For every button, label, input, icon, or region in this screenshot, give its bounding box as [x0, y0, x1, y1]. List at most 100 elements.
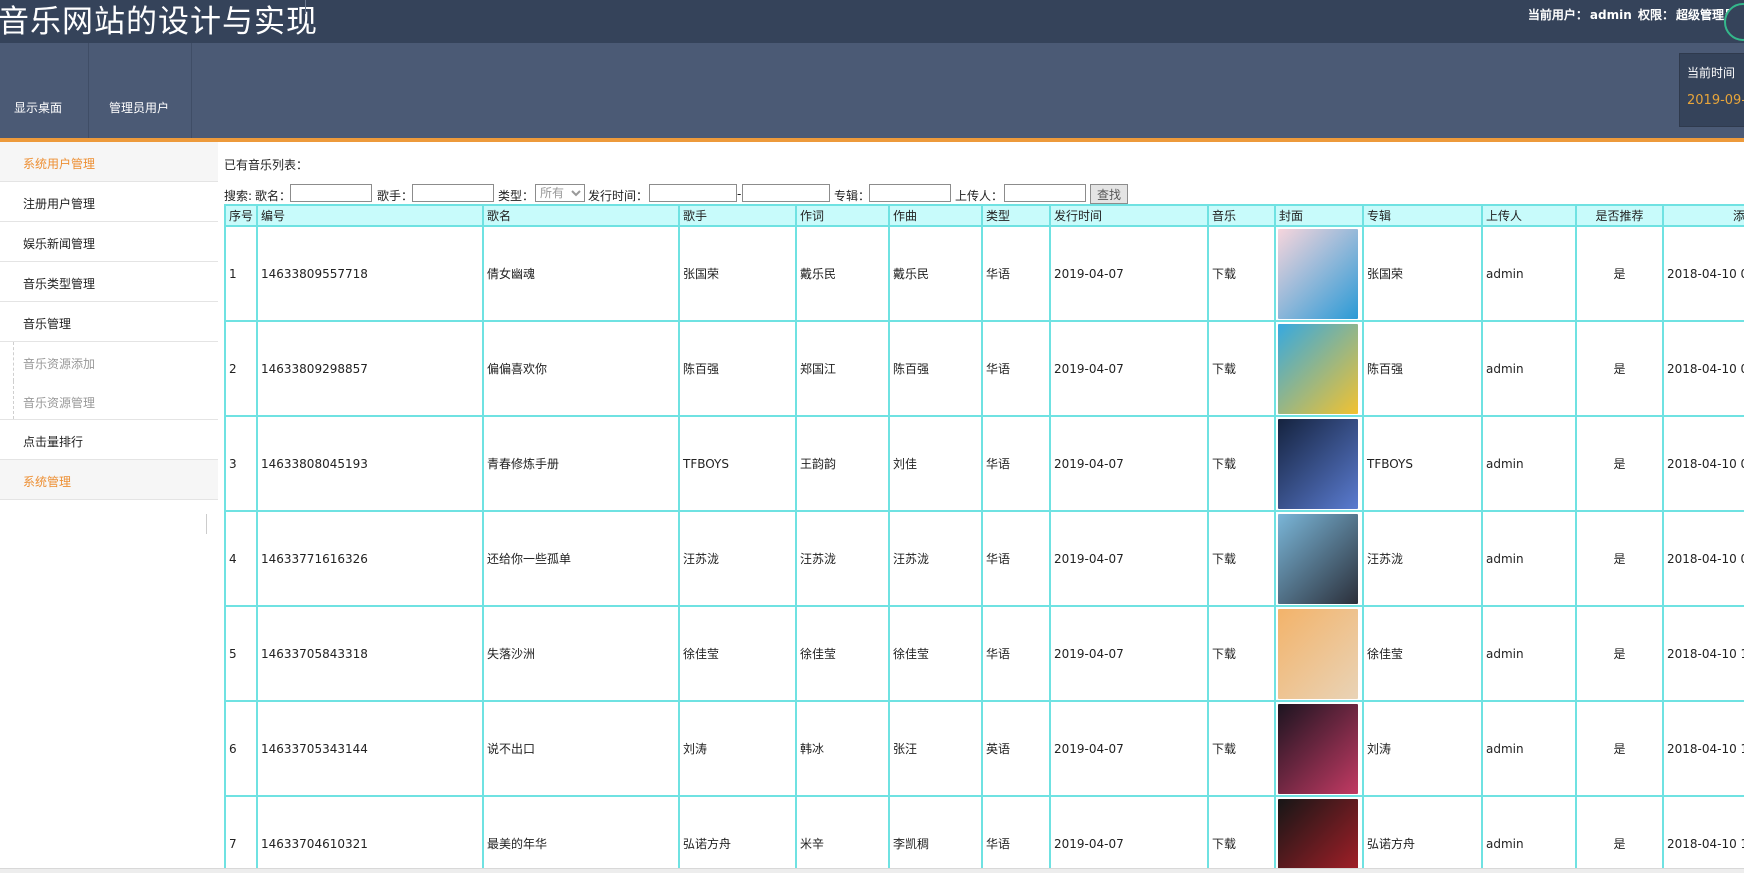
cell-release-date: 2019-04-07	[1050, 796, 1208, 868]
sidebar-item-music[interactable]: 音乐管理	[0, 302, 218, 342]
cell-song: 失落沙洲	[483, 606, 679, 701]
col-header-singer: 歌手	[679, 205, 796, 226]
cell-lyricist: 郑国江	[796, 321, 889, 416]
album-input[interactable]	[869, 184, 951, 202]
cell-singer: 张国荣	[679, 226, 796, 321]
sidebar-item-label: 系统管理	[23, 473, 71, 490]
sidebar-item-label: 音乐资源添加	[23, 355, 95, 372]
album-cover-image[interactable]	[1278, 229, 1358, 319]
release-date-label: 发行时间：	[588, 187, 648, 204]
cell-release-date: 2019-04-07	[1050, 511, 1208, 606]
singer-input[interactable]	[412, 184, 494, 202]
cell-album: TFBOYS	[1363, 416, 1482, 511]
song-name-input[interactable]	[290, 184, 372, 202]
sidebar-item-news[interactable]: 娱乐新闻管理	[0, 222, 218, 262]
cell-cover	[1275, 321, 1363, 416]
nav-show-desktop[interactable]: 显示桌面	[0, 43, 89, 138]
sidebar-item-label: 娱乐新闻管理	[23, 235, 95, 252]
col-header-release-date: 发行时间	[1050, 205, 1208, 226]
cell-release-date: 2019-04-07	[1050, 416, 1208, 511]
cell-cover	[1275, 511, 1363, 606]
sidebar-item-label: 音乐类型管理	[23, 275, 95, 292]
album-cover-image[interactable]	[1278, 799, 1358, 869]
nav-admin-users[interactable]: 管理员用户	[89, 43, 192, 138]
col-header-music: 音乐	[1208, 205, 1275, 226]
cell-release-date: 2019-04-07	[1050, 701, 1208, 796]
sidebar-item-click-ranking[interactable]: 点击量排行	[0, 420, 218, 460]
sidebar-item-registered-users[interactable]: 注册用户管理	[0, 182, 218, 222]
album-cover-image[interactable]	[1278, 324, 1358, 414]
cell-composer: 刘佳	[889, 416, 982, 511]
music-list-title: 已有音乐列表：	[224, 156, 308, 173]
album-cover-image[interactable]	[1278, 609, 1358, 699]
cell-cover	[1275, 226, 1363, 321]
cell-composer: 陈百强	[889, 321, 982, 416]
window-bottom-edge	[0, 868, 1744, 873]
top-bar: 音乐网站的设计与实现 当前用户：admin 权限：超级管理员	[0, 0, 1744, 43]
cell-album: 弘诺方舟	[1363, 796, 1482, 868]
table-row: 314633808045193青春修炼手册TFBOYS王韵韵刘佳华语2019-0…	[225, 416, 1744, 511]
download-link[interactable]: 下载	[1208, 226, 1275, 321]
cell-added-time: 2018-04-10 1	[1663, 796, 1744, 868]
cell-album: 汪苏泷	[1363, 511, 1482, 606]
download-link[interactable]: 下载	[1208, 511, 1275, 606]
sidebar-subitem-add-music[interactable]: 音乐资源添加	[0, 342, 218, 381]
uploader-input[interactable]	[1004, 184, 1086, 202]
release-date-start-input[interactable]	[649, 184, 737, 202]
sidebar-item-label: 点击量排行	[23, 433, 83, 450]
download-link[interactable]: 下载	[1208, 796, 1275, 868]
cell-added-time: 2018-04-10 0	[1663, 416, 1744, 511]
col-header-recommended: 是否推荐	[1576, 205, 1663, 226]
col-header-type: 类型	[982, 205, 1050, 226]
cell-composer: 张汪	[889, 701, 982, 796]
cell-no: 3	[225, 416, 257, 511]
cell-composer: 李凯稠	[889, 796, 982, 868]
download-link[interactable]: 下载	[1208, 606, 1275, 701]
sidebar-item-system-settings[interactable]: 系统管理	[0, 460, 218, 500]
singer-label: 歌手：	[377, 187, 413, 204]
cell-recommended: 是	[1576, 606, 1663, 701]
download-link[interactable]: 下载	[1208, 701, 1275, 796]
download-link[interactable]: 下载	[1208, 416, 1275, 511]
cell-type: 华语	[982, 511, 1050, 606]
current-user-name: admin	[1590, 8, 1632, 22]
cell-id: 14633809557718	[257, 226, 483, 321]
music-table-container: 序号 编号 歌名 歌手 作词 作曲 类型 发行时间 音乐 封面 专辑 上传人 是…	[224, 204, 1744, 868]
cell-uploader: admin	[1482, 701, 1576, 796]
cell-lyricist: 戴乐民	[796, 226, 889, 321]
col-header-song: 歌名	[483, 205, 679, 226]
album-cover-image[interactable]	[1278, 704, 1358, 794]
cell-singer: 徐佳莹	[679, 606, 796, 701]
album-cover-image[interactable]	[1278, 419, 1358, 509]
sidebar-item-music-types[interactable]: 音乐类型管理	[0, 262, 218, 302]
cell-singer: 弘诺方舟	[679, 796, 796, 868]
type-label: 类型：	[498, 187, 534, 204]
search-prefix: 搜索:	[224, 187, 252, 204]
current-time-value: 2019-09-	[1687, 93, 1744, 108]
cell-no: 1	[225, 226, 257, 321]
sidebar-subitem-manage-music[interactable]: 音乐资源管理	[0, 381, 218, 420]
cell-uploader: admin	[1482, 796, 1576, 868]
sidebar-item-system-users[interactable]: 系统用户管理	[0, 142, 218, 182]
current-time-box: 当前时间 2019-09-	[1679, 53, 1744, 127]
table-row: 514633705843318失落沙洲徐佳莹徐佳莹徐佳莹华语2019-04-07…	[225, 606, 1744, 701]
release-date-end-input[interactable]	[742, 184, 830, 202]
cell-uploader: admin	[1482, 416, 1576, 511]
cell-song: 还给你一些孤单	[483, 511, 679, 606]
type-select[interactable]: 所有	[535, 184, 585, 202]
nav-bar: 显示桌面 管理员用户 当前时间 2019-09-	[0, 43, 1744, 138]
date-separator: -	[737, 187, 741, 201]
cell-recommended: 是	[1576, 511, 1663, 606]
cell-no: 6	[225, 701, 257, 796]
cell-type: 华语	[982, 226, 1050, 321]
cell-id: 14633704610321	[257, 796, 483, 868]
cell-uploader: admin	[1482, 511, 1576, 606]
download-link[interactable]: 下载	[1208, 321, 1275, 416]
cell-song: 青春修炼手册	[483, 416, 679, 511]
album-cover-image[interactable]	[1278, 514, 1358, 604]
search-button[interactable]: 查找	[1090, 184, 1128, 204]
cell-recommended: 是	[1576, 321, 1663, 416]
cell-recommended: 是	[1576, 226, 1663, 321]
sidebar: 系统用户管理 注册用户管理 娱乐新闻管理 音乐类型管理 音乐管理 音乐资源添加 …	[0, 142, 218, 504]
cell-uploader: admin	[1482, 321, 1576, 416]
